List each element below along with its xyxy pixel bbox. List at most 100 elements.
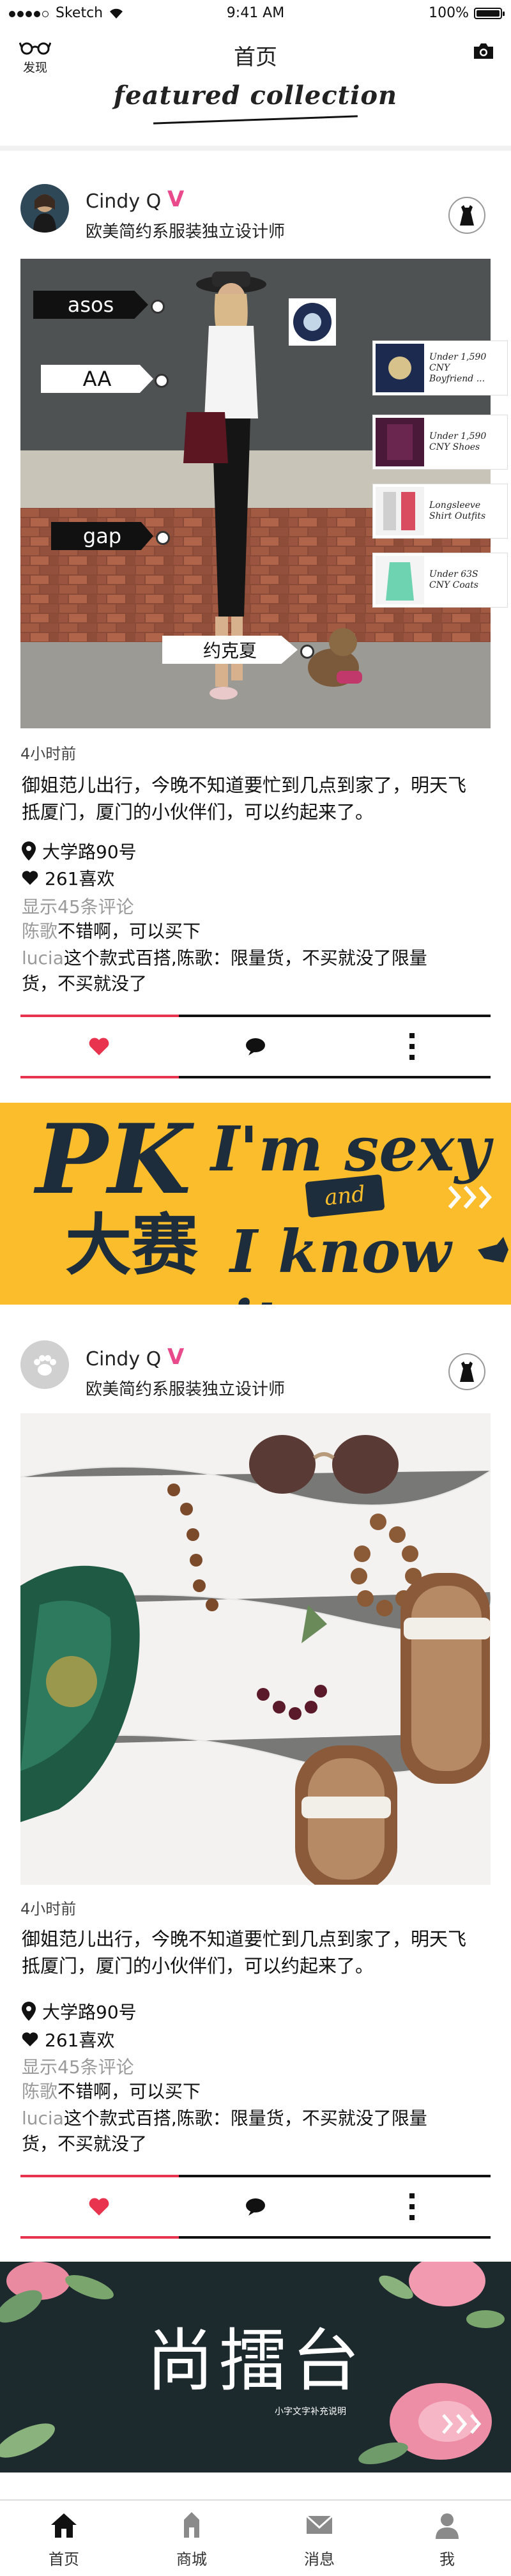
speech-bubble-icon: [245, 1038, 265, 1055]
more-vertical-icon: [409, 1033, 415, 1060]
location-row[interactable]: 大学路90号: [22, 838, 137, 864]
likes-row[interactable]: 261喜欢: [22, 2027, 114, 2052]
tag-anchor: [151, 300, 165, 314]
comment-text: 货，不买就没了: [22, 973, 148, 994]
camera-button[interactable]: [473, 42, 494, 63]
paw-icon: [20, 1340, 69, 1389]
style-button[interactable]: [448, 197, 485, 234]
tag-anchor: [156, 531, 170, 545]
tab-label: 我: [439, 2550, 455, 2568]
comment-button[interactable]: [177, 1015, 333, 1078]
brand-tag-gap[interactable]: gap: [51, 522, 153, 550]
dress-icon: [460, 1361, 474, 1382]
user-avatar[interactable]: [20, 184, 69, 233]
comment: 陈歌不错啊，可以买下: [22, 919, 201, 944]
product-line2: CNY: [429, 362, 450, 373]
status-bar: Sketch 9:41 AM 100%: [0, 0, 511, 28]
slogan-line2: I know it: [230, 1217, 452, 1305]
tab-mall[interactable]: 商城: [128, 2501, 256, 2576]
tab-label: 消息: [304, 2550, 335, 2568]
mall-icon: [184, 2512, 199, 2538]
product-line1: Under 1,590: [429, 431, 487, 441]
location-text: 大学路90号: [42, 841, 137, 862]
bottom-tab-bar: 首页 商城 消息 我: [0, 2499, 511, 2576]
featured-underline: [153, 115, 358, 125]
comment-text: 不错啊，可以买下: [57, 2081, 201, 2102]
user-name[interactable]: Cindy Q: [86, 190, 161, 213]
tab-messages[interactable]: 消息: [256, 2501, 383, 2576]
tag-anchor: [155, 374, 169, 388]
comment-author[interactable]: lucia: [22, 2108, 64, 2129]
post-time: 4小时前: [20, 745, 77, 763]
show-comments-link[interactable]: 显示45条评论: [22, 2053, 134, 2079]
user-title: 欧美简约系服装独立设计师: [86, 222, 286, 241]
tab-label: 首页: [49, 2550, 79, 2568]
pk-contest-banner[interactable]: PK 大赛 I'm sexy and I know it: [0, 1103, 511, 1305]
verified-badge: V: [167, 1344, 185, 1370]
post-body-line: 抵厦门，厦门的小伙伴们，可以约起来了。: [22, 801, 374, 823]
user-avatar[interactable]: [20, 1340, 69, 1389]
post-body: 御姐范儿出行，今晚不知道要忙到几点到家了，明天飞 抵厦门，厦门的小伙伴们，可以约…: [22, 1926, 466, 1979]
like-button[interactable]: [20, 1015, 177, 1078]
pet-tag[interactable]: 约克夏: [162, 636, 298, 664]
like-button[interactable]: [20, 2175, 177, 2239]
location-pin-icon: [22, 2002, 36, 2021]
location-text: 大学路90号: [42, 2002, 137, 2023]
comment: lucia这个款式百搭,陈歌：限量货，不买就没了限量 货，不买就没了: [22, 2106, 427, 2157]
post-photo[interactable]: [20, 1413, 491, 1885]
product-thumbnail: [376, 556, 424, 604]
post-actions: [20, 2175, 491, 2239]
style-button[interactable]: [448, 1353, 485, 1390]
likes-count: 261喜欢: [45, 2030, 115, 2051]
user-name[interactable]: Cindy Q: [86, 1348, 161, 1370]
product-line2: CNY Coats: [429, 580, 478, 590]
product-card-coats[interactable]: Under 63S CNY Coats: [373, 553, 507, 607]
product-line2: Shirt Outfits: [429, 511, 486, 521]
more-vertical-icon: [409, 2193, 415, 2220]
and-badge: and: [305, 1174, 385, 1218]
pk-text: PK: [36, 1103, 192, 1216]
message-icon: [305, 2515, 333, 2534]
pointing-hand-icon: [478, 1237, 508, 1262]
product-line1: Longsleeve: [429, 500, 481, 510]
comment: lucia这个款式百搭,陈歌：限量货，不买就没了限量 货，不买就没了: [22, 946, 427, 997]
likes-count: 261喜欢: [45, 868, 115, 889]
product-line1: Under 63S: [429, 569, 478, 579]
home-icon: [51, 2513, 77, 2538]
post-body: 御姐范儿出行，今晚不知道要忙到几点到家了，明天飞 抵厦门，厦门的小伙伴们，可以约…: [22, 772, 466, 825]
tab-profile[interactable]: 我: [383, 2501, 511, 2576]
comment: 陈歌不错啊，可以买下: [22, 2079, 201, 2104]
brand-tag-asos[interactable]: asos: [33, 291, 148, 319]
product-card-longsleeve[interactable]: Longsleeve Shirt Outfits: [373, 484, 507, 538]
verified-badge: V: [167, 187, 185, 212]
comment-author[interactable]: 陈歌: [22, 921, 57, 942]
camera-icon: [474, 43, 493, 59]
brand-tag-aa[interactable]: AA: [41, 365, 153, 393]
location-pin-icon: [22, 841, 36, 861]
likes-row[interactable]: 261喜欢: [22, 865, 114, 891]
product-card-boyfriend[interactable]: Under 1,590 CNY Boyfriend ...: [373, 341, 507, 395]
stage-banner[interactable]: 尚擂台 小字文字补充说明: [0, 2262, 511, 2472]
show-comments-link[interactable]: 显示45条评论: [22, 893, 134, 919]
heart-icon: [22, 2032, 38, 2046]
product-card-shoes[interactable]: Under 1,590 CNY Shoes: [373, 415, 507, 469]
comment-text: 货，不买就没了: [22, 2133, 148, 2154]
tab-label: 商城: [176, 2550, 207, 2568]
location-row[interactable]: 大学路90号: [22, 1998, 137, 2024]
comment-author[interactable]: lucia: [22, 947, 64, 969]
more-button[interactable]: [333, 2175, 490, 2239]
forward-arrows-icon: [442, 2414, 482, 2434]
forward-arrows-icon: [448, 1186, 492, 1209]
comment-author[interactable]: 陈歌: [22, 2081, 57, 2102]
speech-bubble-icon: [245, 2198, 265, 2216]
divider: [0, 146, 511, 151]
tag-anchor: [300, 645, 314, 659]
more-button[interactable]: [333, 1015, 490, 1078]
tab-home[interactable]: 首页: [0, 2501, 128, 2576]
battery-icon: [474, 7, 505, 19]
comment-button[interactable]: [177, 2175, 333, 2239]
page-title: 首页: [234, 45, 277, 70]
contest-text: 大赛: [65, 1206, 199, 1284]
heart-icon: [89, 1038, 109, 1055]
user-title: 欧美简约系服装独立设计师: [86, 1380, 286, 1399]
